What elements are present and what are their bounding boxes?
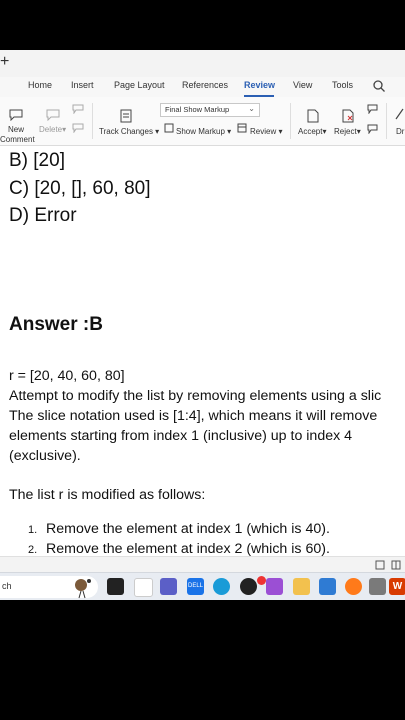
new-comment-label-2: Comment: [0, 135, 35, 144]
wps-writer-icon[interactable]: W: [389, 578, 405, 595]
view-layout-icon[interactable]: [375, 560, 385, 570]
dell-icon[interactable]: DELL: [187, 578, 204, 595]
paragraph-line: Attempt to modify the list by removing e…: [9, 388, 382, 404]
accept-button[interactable]: Accept▾: [298, 127, 326, 136]
previous-change-icon[interactable]: [367, 104, 378, 114]
option-b: B) [20]: [9, 150, 65, 171]
tab-strip: +: [0, 50, 405, 78]
menu-review[interactable]: Review: [244, 80, 275, 90]
media-app-icon[interactable]: [240, 578, 257, 595]
toolbar-separator: [92, 103, 93, 139]
option-c: C) [20, [], 60, 80]: [9, 178, 151, 199]
menu-page-layout[interactable]: Page Layout: [114, 80, 165, 90]
firefox-icon[interactable]: [345, 578, 362, 595]
clipchamp-icon[interactable]: [266, 578, 283, 595]
markup-mode-select[interactable]: Final Show Markup ⌄: [160, 103, 260, 117]
review-pane-button[interactable]: Review ▾: [250, 127, 282, 136]
paragraph: The list r is modified as follows:: [9, 487, 206, 503]
file-explorer-icon[interactable]: [293, 578, 310, 595]
draw-icon[interactable]: [395, 107, 405, 121]
option-d: D) Error: [9, 205, 77, 226]
menu-home[interactable]: Home: [28, 80, 52, 90]
delete-comment-icon: [46, 109, 60, 121]
new-tab-button[interactable]: +: [0, 53, 10, 71]
accept-icon[interactable]: [306, 109, 320, 123]
previous-comment-icon: [72, 104, 84, 114]
paragraph-line: (exclusive).: [9, 448, 81, 464]
menu-insert[interactable]: Insert: [71, 80, 94, 90]
next-change-icon[interactable]: [367, 124, 378, 134]
view-layout-icon-2[interactable]: [391, 560, 401, 570]
paragraph-line: The slice notation used is [1:4], which …: [9, 408, 378, 424]
menu-view[interactable]: View: [293, 80, 312, 90]
menu-tools[interactable]: Tools: [332, 80, 353, 90]
document-page[interactable]: B) [20] C) [20, [], 60, 80] D) Error Ans…: [0, 146, 405, 576]
teams-icon[interactable]: [160, 578, 177, 595]
search-icon[interactable]: [372, 79, 386, 93]
answer-heading: Answer :B: [9, 314, 103, 335]
reject-icon[interactable]: [341, 109, 355, 123]
ribbon-toolbar: New Comment Delete▾ Track Changes ▾ Fina…: [0, 97, 405, 146]
new-comment-icon[interactable]: [9, 109, 23, 121]
list-item-number: 1.: [28, 524, 38, 536]
show-markup-icon: [164, 123, 174, 133]
status-bar: [0, 556, 405, 573]
notification-badge: [257, 576, 266, 585]
list-item-number: 2.: [28, 544, 38, 556]
toolbar-separator: [386, 103, 387, 139]
paragraph-line: elements starting from index 1 (inclusiv…: [9, 428, 353, 444]
new-comment-button[interactable]: New: [8, 125, 24, 134]
review-pane-icon: [237, 123, 247, 133]
toolbar-separator: [290, 103, 291, 139]
track-changes-button[interactable]: Track Changes ▾: [99, 127, 159, 136]
list-item: Remove the element at index 1 (which is …: [46, 521, 330, 537]
list-item: Remove the element at index 2 (which is …: [46, 541, 330, 557]
show-markup-button[interactable]: Show Markup ▾: [176, 127, 231, 136]
code-line: r = [20, 40, 60, 80]: [9, 368, 125, 384]
reject-button[interactable]: Reject▾: [334, 127, 361, 136]
app-icon[interactable]: [369, 578, 386, 595]
edge-icon[interactable]: [213, 578, 230, 595]
ribbon-menu: Home Insert Page Layout References Revie…: [0, 77, 405, 97]
screen: + Home Insert Page Layout References Rev…: [0, 50, 405, 600]
task-view-icon[interactable]: [107, 578, 124, 595]
chevron-down-icon: ⌄: [248, 104, 255, 113]
delete-button[interactable]: Delete▾: [39, 125, 66, 134]
track-changes-icon[interactable]: [119, 109, 133, 123]
search-highlight-bird-icon: [75, 579, 91, 599]
store-icon[interactable]: [319, 578, 336, 595]
widgets-icon[interactable]: [134, 578, 153, 597]
windows-taskbar: ch DELL W: [0, 572, 405, 600]
next-comment-icon: [72, 123, 84, 133]
draw-button[interactable]: Dr: [396, 127, 404, 136]
menu-references[interactable]: References: [182, 80, 228, 90]
